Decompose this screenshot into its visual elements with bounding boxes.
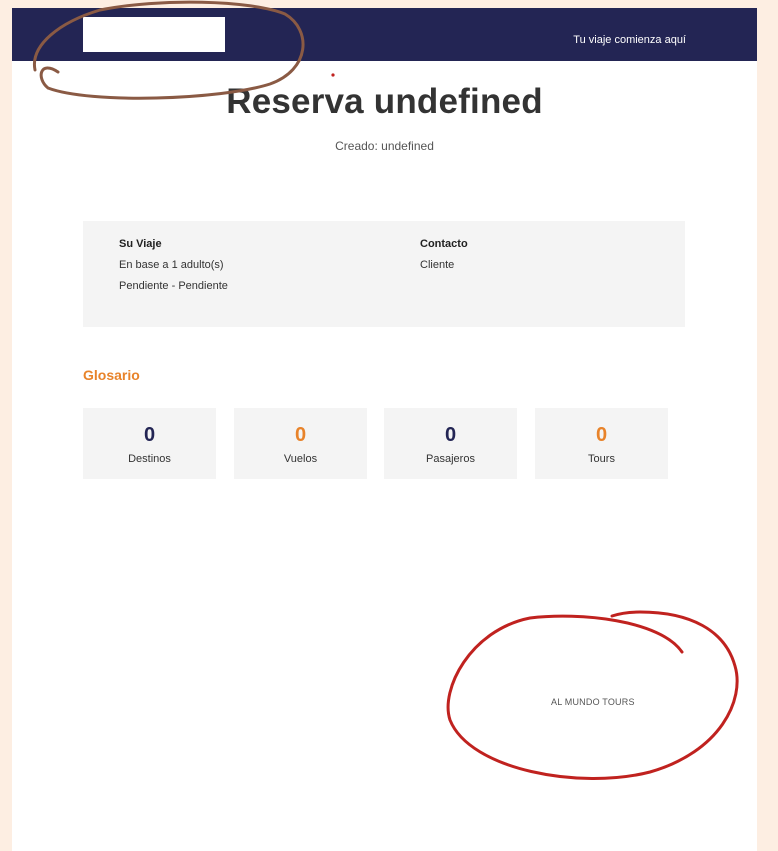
contact-heading: Contacto xyxy=(420,238,468,250)
glossary-heading: Glosario xyxy=(83,367,140,383)
trip-adults: En base a 1 adulto(s) xyxy=(119,259,224,271)
stat-vuelos: 0 Vuelos xyxy=(234,408,367,479)
trip-heading: Su Viaje xyxy=(119,238,162,250)
stat-value: 0 xyxy=(595,424,608,446)
stat-label: Pasajeros xyxy=(426,453,475,465)
stat-value: 0 xyxy=(143,424,156,446)
trip-info: Su Viaje En base a 1 adulto(s) Pendiente… xyxy=(119,238,228,301)
stat-label: Vuelos xyxy=(283,453,318,465)
stat-value: 0 xyxy=(294,424,307,446)
contact-info: Contacto Cliente xyxy=(420,238,468,280)
stat-pasajeros: 0 Pasajeros xyxy=(384,408,517,479)
stat-tours: 0 Tours xyxy=(535,408,668,479)
header-bar: Tu viaje comienza aquí xyxy=(12,8,757,61)
page-title: Reserva undefined xyxy=(226,82,543,121)
stat-label: Tours xyxy=(588,453,615,465)
stat-label: Destinos xyxy=(128,453,171,465)
created-date: Creado: undefined xyxy=(335,139,434,153)
stat-value: 0 xyxy=(444,424,457,446)
stat-destinos: 0 Destinos xyxy=(83,408,216,479)
booking-summary-box: Su Viaje En base a 1 adulto(s) Pendiente… xyxy=(83,221,685,327)
trip-status: Pendiente - Pendiente xyxy=(119,280,228,292)
header-tagline: Tu viaje comienza aquí xyxy=(573,34,686,46)
logo-placeholder xyxy=(83,17,225,52)
footer-brand: AL MUNDO TOURS xyxy=(551,697,635,707)
booking-page: Tu viaje comienza aquí Reserva undefined… xyxy=(12,8,757,851)
contact-name: Cliente xyxy=(420,259,455,271)
